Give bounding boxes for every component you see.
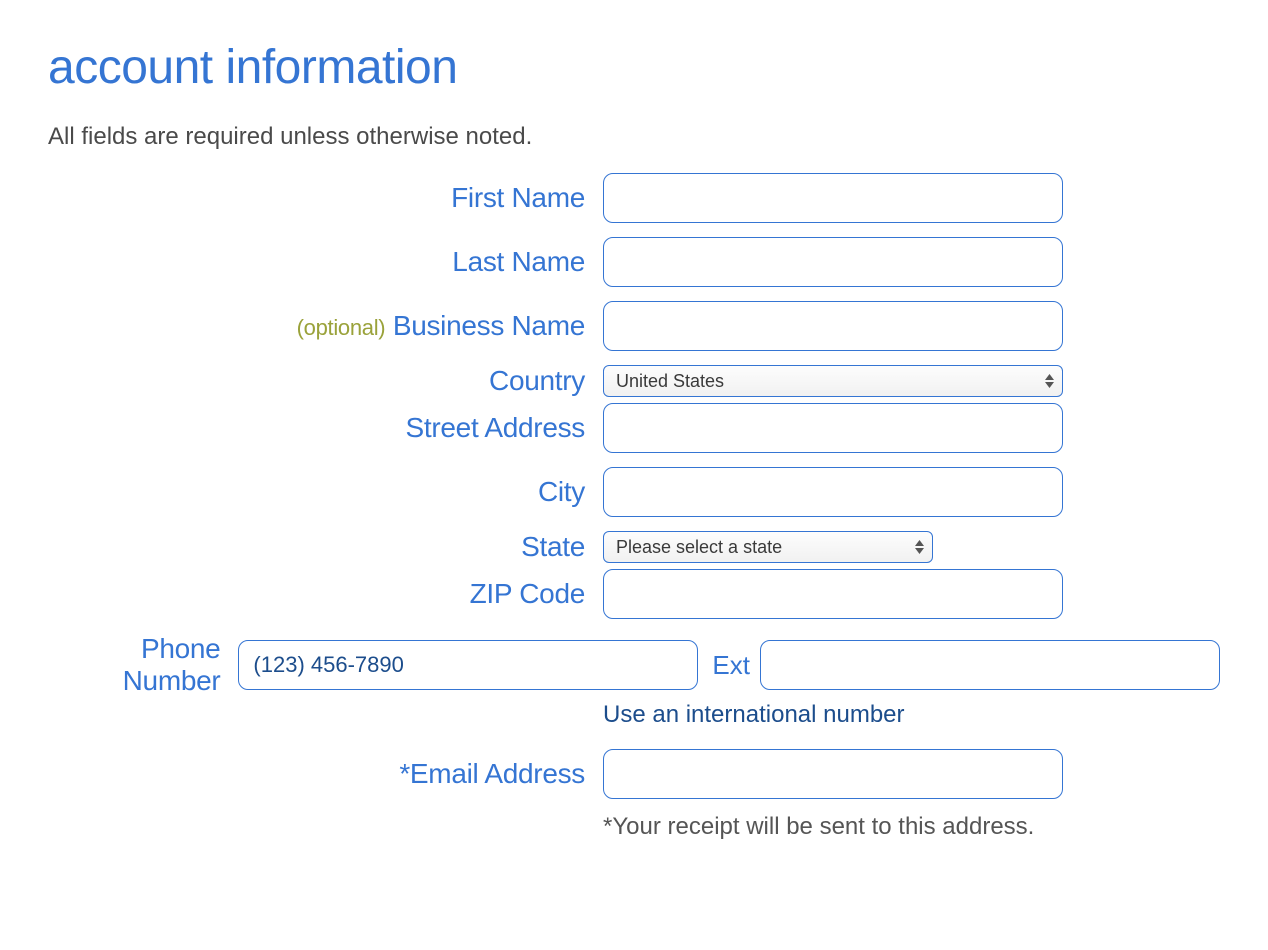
city-label: City (48, 476, 603, 508)
ext-label: Ext (712, 650, 750, 681)
phone-label: Phone Number (48, 633, 238, 697)
zip-label: ZIP Code (48, 578, 603, 610)
first-name-input[interactable] (603, 173, 1063, 223)
email-footnote: *Your receipt will be sent to this addre… (603, 813, 1220, 841)
street-address-input[interactable] (603, 403, 1063, 453)
email-label: *Email Address (48, 758, 603, 790)
last-name-input[interactable] (603, 237, 1063, 287)
country-select-value: United States (616, 371, 724, 392)
phone-input[interactable] (238, 640, 698, 690)
state-select[interactable]: Please select a state (603, 531, 933, 563)
international-number-link[interactable]: Use an international number (603, 701, 905, 728)
street-address-label: Street Address (48, 412, 603, 444)
email-input[interactable] (603, 749, 1063, 799)
required-note: All fields are required unless otherwise… (48, 123, 1220, 151)
ext-input[interactable] (760, 640, 1220, 690)
business-name-input[interactable] (603, 301, 1063, 351)
optional-tag: (optional) (297, 315, 386, 340)
business-name-label: (optional) Business Name (48, 310, 603, 342)
country-label: Country (48, 365, 603, 397)
first-name-label: First Name (48, 182, 603, 214)
state-select-value: Please select a state (616, 537, 782, 558)
last-name-label: Last Name (48, 246, 603, 278)
city-input[interactable] (603, 467, 1063, 517)
page-title: account information (48, 40, 1220, 95)
chevron-up-down-icon (1045, 374, 1054, 388)
zip-input[interactable] (603, 569, 1063, 619)
state-label: State (48, 531, 603, 563)
country-select[interactable]: United States (603, 365, 1063, 397)
chevron-up-down-icon (915, 540, 924, 554)
